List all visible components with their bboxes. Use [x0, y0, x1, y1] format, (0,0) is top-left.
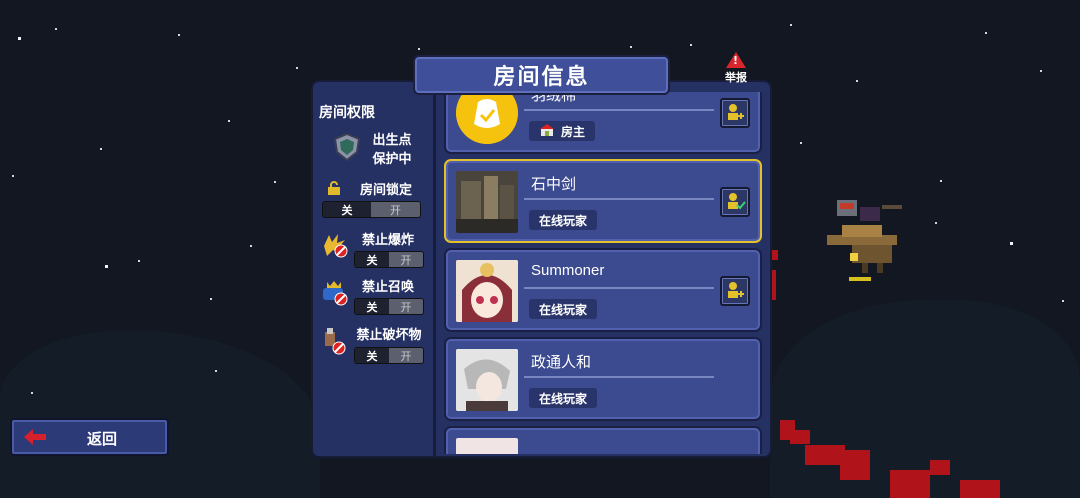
player-name: 政通人和 [531, 354, 592, 371]
shield-icon [333, 132, 361, 166]
player-avatar [456, 438, 518, 454]
back-button[interactable]: 返回 [10, 418, 169, 456]
name-underline [524, 376, 714, 378]
player-avatar [456, 349, 518, 411]
name-underline [524, 198, 714, 200]
player-role-badge: 在线玩家 [529, 299, 598, 319]
player-name: 石中剑 [531, 176, 577, 193]
report-label: 举报 [725, 71, 747, 84]
no-summon-toggle[interactable]: 关 开 [354, 298, 424, 315]
player-role-badge: 房主 [529, 121, 596, 141]
player-character-sprite [822, 195, 912, 285]
no-explosion-label: 禁止爆炸 [361, 233, 414, 248]
player-card-selected[interactable]: 石中剑 在线玩家 [444, 159, 762, 243]
no-break-toggle[interactable]: 关 开 [354, 347, 424, 364]
player-role-badge: 在线玩家 [529, 210, 598, 230]
back-arrow-icon [24, 429, 46, 445]
player-card[interactable]: 政通人和 在线玩家 [444, 337, 762, 421]
lock-icon [327, 180, 341, 199]
name-underline [524, 109, 714, 111]
friend-added-button[interactable] [720, 187, 750, 217]
permissions-column: 房间权限 出生点 保护中 房间锁定 关 开 禁止爆炸 关 开 禁止召唤 关 开 … [313, 82, 431, 456]
house-icon [539, 123, 555, 139]
player-name: Summoner [531, 262, 605, 279]
player-avatar [456, 92, 518, 144]
page-title: 房间信息 [413, 55, 670, 95]
add-user-icon [728, 282, 744, 298]
warning-icon: ! [726, 52, 746, 68]
column-divider [433, 82, 436, 456]
player-avatar [456, 260, 518, 322]
break-object-icon [321, 326, 349, 360]
permissions-title: 房间权限 [319, 105, 375, 121]
player-card[interactable]: 羽绒棉 房主 [444, 92, 762, 154]
room-lock-label: 房间锁定 [359, 183, 412, 198]
report-button[interactable]: ! 举报 [716, 52, 756, 86]
add-friend-button[interactable] [720, 98, 750, 128]
name-underline [524, 287, 714, 289]
player-card[interactable]: Summoner 在线玩家 [444, 248, 762, 332]
room-lock-toggle[interactable]: 关 开 [322, 201, 421, 218]
explosion-icon [321, 232, 349, 262]
user-check-icon [728, 193, 746, 210]
summon-crown-icon [321, 278, 349, 310]
no-break-label: 禁止破坏物 [356, 328, 422, 343]
player-card[interactable] [444, 426, 762, 454]
add-user-icon [728, 104, 744, 120]
add-friend-button[interactable] [720, 276, 750, 306]
player-avatar [456, 171, 518, 233]
no-summon-label: 禁止召唤 [361, 280, 414, 295]
player-role-badge: 在线玩家 [529, 388, 598, 408]
player-list[interactable]: 羽绒棉 房主 石中剑 在线玩家 Summoner 在线玩家 政通人和 在线玩家 [440, 92, 764, 454]
room-info-panel: 房间权限 出生点 保护中 房间锁定 关 开 禁止爆炸 关 开 禁止召唤 关 开 … [311, 80, 772, 458]
no-explosion-toggle[interactable]: 关 开 [354, 251, 424, 268]
spawn-protection-status: 出生点 保护中 [372, 133, 412, 167]
